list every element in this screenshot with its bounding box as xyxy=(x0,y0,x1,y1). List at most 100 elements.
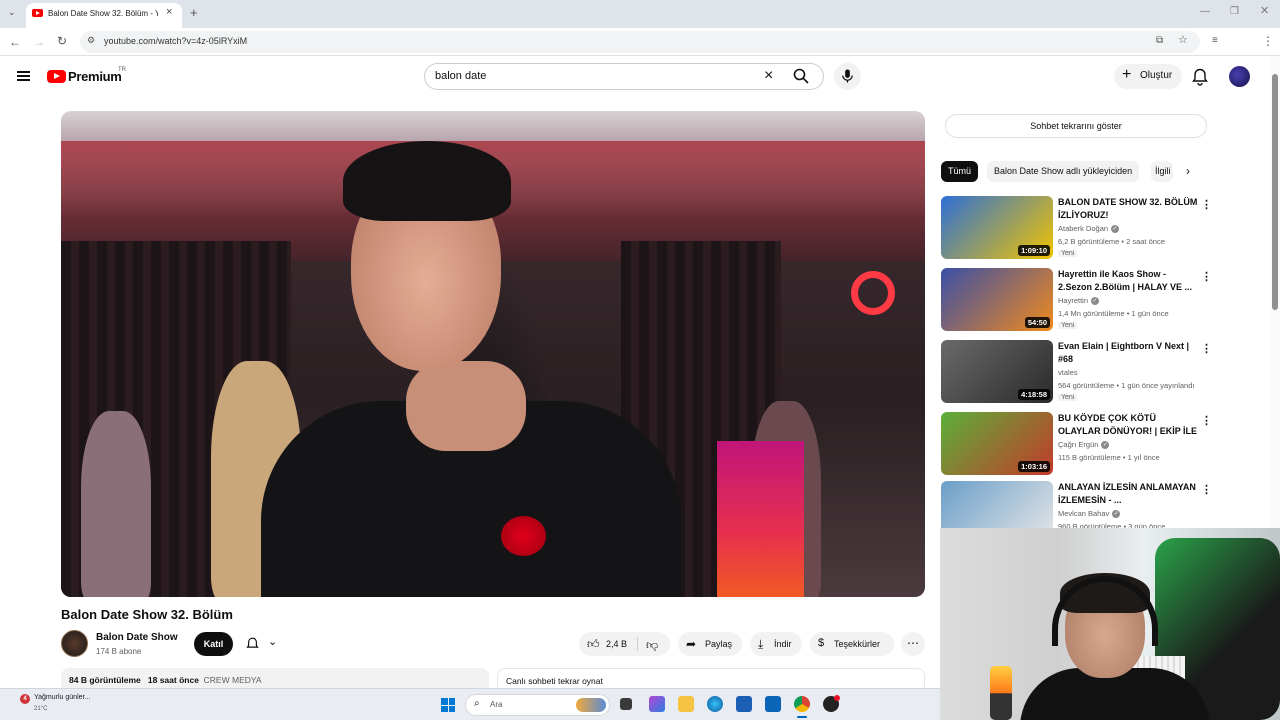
video-thumbnail[interactable]: 1:09:10 xyxy=(941,196,1053,259)
notification-dot-icon xyxy=(834,695,840,701)
account-avatar[interactable] xyxy=(1229,66,1250,87)
search-icon: ⌕ xyxy=(474,698,480,709)
reload-icon[interactable]: ↻ xyxy=(57,35,67,47)
video-player[interactable] xyxy=(61,111,925,597)
more-vertical-icon[interactable]: ⋮ xyxy=(1201,342,1212,355)
weather-temperature: 21°C xyxy=(34,706,48,712)
show-chat-replay-button[interactable]: Sohbet tekrarını göster xyxy=(945,114,1207,138)
chip-related[interactable]: İlgili xyxy=(1151,161,1173,182)
channel-avatar[interactable] xyxy=(61,630,88,657)
recommendation-channel[interactable]: vtales xyxy=(1058,368,1078,377)
window-close-icon[interactable]: ✕ xyxy=(1260,6,1269,17)
recommendation-item[interactable]: 4:18:58 Evan Elain | Eightborn V Next | #… xyxy=(941,340,1212,406)
chrome-browser-icon[interactable] xyxy=(794,696,810,712)
new-badge: Yeni xyxy=(1058,322,1078,329)
upload-age: 18 saat önce xyxy=(147,675,199,685)
recommendation-channel[interactable]: Mevlcan Bahav ✓ xyxy=(1058,509,1121,519)
video-thumbnail[interactable] xyxy=(941,481,1053,528)
forward-arrow-icon[interactable]: → xyxy=(33,36,45,48)
video-thumbnail[interactable]: 4:18:58 xyxy=(941,340,1053,403)
video-duration: 1:09:10 xyxy=(1018,245,1050,256)
thumbs-down-icon[interactable]: 👎︎ xyxy=(646,638,658,653)
recommendation-title[interactable]: ANLAYAN İZLESİN ANLAMAYAN İZLEMESİN - ..… xyxy=(1058,481,1198,507)
clear-search-icon[interactable]: × xyxy=(764,67,773,85)
share-button[interactable]: ➦ Paylaş xyxy=(678,632,742,656)
weather-widget-text[interactable]: Yağmurlu günler... xyxy=(34,694,90,701)
more-vertical-icon[interactable]: ⋮ xyxy=(1201,270,1212,283)
outlook-app-icon[interactable] xyxy=(765,696,781,712)
thumbs-up-icon[interactable]: 👍︎ xyxy=(587,637,600,652)
microphone-icon xyxy=(842,69,853,83)
owner-tag[interactable]: CREW MEDYA xyxy=(204,675,262,685)
recommendation-title[interactable]: Hayrettin ile Kaos Show - 2.Sezon 2.Bölü… xyxy=(1058,268,1198,294)
page-scrollbar-thumb[interactable] xyxy=(1272,74,1278,310)
youtube-logo-icon[interactable] xyxy=(47,70,66,83)
search-box[interactable]: balon date × xyxy=(424,63,824,90)
restore-icon[interactable]: ❐ xyxy=(1230,7,1239,17)
recommendation-channel-name[interactable]: Hayrettin xyxy=(1058,296,1088,305)
recommendation-channel-name[interactable]: Ataberk Doğan xyxy=(1058,224,1108,233)
like-dislike-group: 👍︎ 2,4 B 👎︎ xyxy=(579,632,670,656)
store-app-icon[interactable] xyxy=(736,696,752,712)
file-explorer-icon[interactable] xyxy=(678,696,694,712)
task-view-icon[interactable] xyxy=(620,698,632,710)
recommendation-channel[interactable]: Çağrı Ergün ✓ xyxy=(1058,440,1110,450)
subscription-bell-button[interactable]: ⌄ xyxy=(240,632,286,656)
recommendation-channel-name[interactable]: Çağrı Ergün xyxy=(1058,440,1098,449)
widgets-app-icon[interactable] xyxy=(649,696,665,712)
recommendation-channel-name[interactable]: vtales xyxy=(1058,368,1078,377)
media-controls-icon[interactable]: ≡ xyxy=(1212,36,1218,46)
recommendation-title[interactable]: BALON DATE SHOW 32. BÖLÜM İZLİYORUZ! xyxy=(1058,196,1198,222)
join-button[interactable]: Katıl xyxy=(194,632,233,656)
video-thumbnail[interactable]: 54:50 xyxy=(941,268,1053,331)
tab-close-icon[interactable]: × xyxy=(166,6,172,18)
more-actions-button[interactable]: ⋯ xyxy=(901,632,925,656)
channel-name[interactable]: Balon Date Show xyxy=(96,632,178,643)
recommendation-item[interactable]: 1:09:10 BALON DATE SHOW 32. BÖLÜM İZLİYOR… xyxy=(941,196,1212,262)
search-input[interactable]: balon date xyxy=(435,70,486,82)
address-bar[interactable]: ⚙ youtube.com/watch?v=4z-05lRYxiM ⧉ ☆ xyxy=(80,31,1200,53)
create-button[interactable]: + Oluştur xyxy=(1114,64,1182,89)
recommendation-meta: 1,4 Mn görüntüleme • 1 gün önce xyxy=(1058,309,1169,318)
like-count[interactable]: 2,4 B xyxy=(606,639,627,649)
windows-start-icon[interactable] xyxy=(441,698,455,712)
chip-scroll-right-icon[interactable]: › xyxy=(1186,164,1190,178)
more-vertical-icon[interactable]: ⋮ xyxy=(1201,198,1212,211)
chip-all[interactable]: Tümü xyxy=(941,161,979,182)
recommendation-channel[interactable]: Hayrettin ✓ xyxy=(1058,296,1100,306)
recommendation-channel[interactable]: Ataberk Doğan ✓ xyxy=(1058,224,1120,234)
recommendation-title[interactable]: Evan Elain | Eightborn V Next | #68 xyxy=(1058,340,1198,366)
host-hair xyxy=(343,141,511,221)
search-icon[interactable] xyxy=(793,68,809,84)
back-arrow-icon[interactable]: ← xyxy=(9,36,21,48)
download-button[interactable]: ⤓ İndir xyxy=(750,632,802,656)
site-info-icon[interactable]: ⚙ xyxy=(87,36,95,45)
browser-tab-active[interactable]: Balon Date Show 32. Bölüm - YouTube × xyxy=(26,3,182,28)
install-app-icon[interactable]: ⧉ xyxy=(1156,36,1163,46)
recommendation-item[interactable]: ANLAYAN İZLESİN ANLAMAYAN İZLEMESİN - ..… xyxy=(941,481,1211,528)
notifications-bell-icon[interactable] xyxy=(1192,68,1208,86)
guide-menu-icon[interactable] xyxy=(17,71,30,81)
browser-menu-icon[interactable]: ⋮ xyxy=(1262,35,1274,47)
video-thumbnail[interactable]: 1:03:16 xyxy=(941,412,1053,475)
recommendation-title[interactable]: BU KÖYDE ÇOK KÖTÜ OLAYLAR DÖNÜYOR! | EKİ… xyxy=(1058,412,1198,438)
tab-list-chevron-icon[interactable]: ⌄ xyxy=(8,8,16,17)
recommendation-item[interactable]: 1:03:16 BU KÖYDE ÇOK KÖTÜ OLAYLAR DÖNÜYOR… xyxy=(941,412,1212,478)
chevron-down-icon: ⌄ xyxy=(268,636,278,648)
taskbar-search[interactable]: ⌕ Ara xyxy=(465,694,610,716)
edge-browser-icon[interactable] xyxy=(707,696,723,712)
video-title: Balon Date Show 32. Bölüm xyxy=(61,607,233,622)
new-tab-button[interactable]: + xyxy=(190,6,198,19)
recommendation-channel-name[interactable]: Mevlcan Bahav xyxy=(1058,509,1109,518)
recommendation-item[interactable]: 54:50 Hayrettin ile Kaos Show - 2.Sezon 2… xyxy=(941,268,1212,334)
thanks-button[interactable]: $ Teşekkürler xyxy=(810,632,894,656)
more-vertical-icon[interactable]: ⋮ xyxy=(1201,414,1212,427)
more-horizontal-icon: ⋯ xyxy=(907,636,919,650)
more-vertical-icon[interactable]: ⋮ xyxy=(1201,483,1211,496)
youtube-premium-brand[interactable]: Premium xyxy=(68,69,122,84)
minimize-icon[interactable]: — xyxy=(1200,7,1210,17)
url-text: youtube.com/watch?v=4z-05lRYxiM xyxy=(104,36,248,46)
chip-from-uploader[interactable]: Balon Date Show adlı yükleyiciden xyxy=(987,161,1140,182)
bookmark-star-icon[interactable]: ☆ xyxy=(1178,35,1188,46)
voice-search-button[interactable] xyxy=(834,63,861,90)
